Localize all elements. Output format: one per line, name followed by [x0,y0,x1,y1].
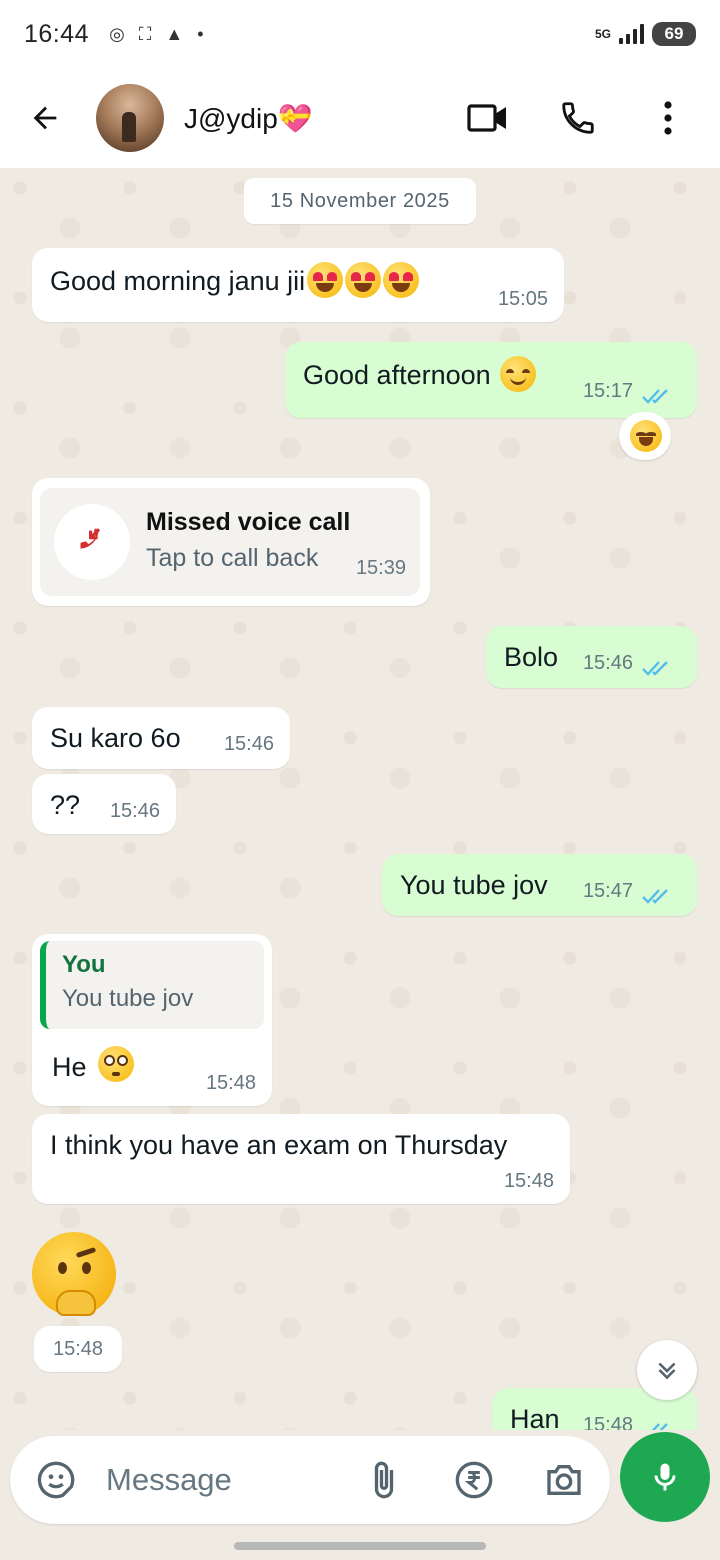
message-time: 15:39 [355,557,406,579]
message-time: 15:46 [582,652,633,674]
missed-call-card[interactable]: Missed voice call Tap to call back 15:39 [40,488,420,596]
double-chevron-down-icon [658,1362,676,1380]
chat-area[interactable]: 15 November 2025 Good morning janu jii 1… [0,168,720,1430]
message-text: I think you have an exam on Thursday [50,1130,508,1160]
more-vert-icon [664,101,672,135]
notification-icons: ◎ ⛶ ▲ • [109,24,203,45]
message-bubble-outgoing[interactable]: Good afternoon 15:17 [285,342,697,418]
back-button[interactable] [20,93,70,143]
message-time: 15:46 [109,800,160,822]
payment-button[interactable] [450,1456,498,1504]
message-bubble-incoming[interactable]: Good morning janu jii 15:05 [32,248,564,322]
system-icons: 5G 69 [595,22,696,46]
video-call-icon [467,104,506,132]
sync-icon: ◎ [109,23,125,44]
message-bubble-incoming[interactable]: I think you have an exam on Thursday 15:… [32,1114,570,1204]
heart-eyes-emoji-icon [307,262,344,298]
read-ticks-icon [651,1423,668,1430]
screenshot-icon: ⛶ [138,23,152,44]
back-arrow-icon [33,106,57,130]
message-bubble-incoming[interactable]: Su karo 6o 15:46 [32,707,290,769]
message-time-chip: 15:48 [34,1326,122,1372]
more-options-button[interactable] [646,96,690,140]
message-text: He [52,1052,87,1082]
paperclip-icon [374,1461,394,1499]
voice-message-button[interactable] [620,1432,710,1522]
quote-author: You [62,951,106,978]
message-text: You tube jov [400,870,548,900]
scroll-to-bottom-button[interactable] [637,1340,697,1400]
sticker-button[interactable] [32,1456,80,1504]
message-text: Bolo [504,642,559,672]
message-time: 15:05 [497,288,548,310]
message-time: 15:46 [223,733,274,755]
network-label: 5G [594,27,611,41]
header-actions [466,96,690,140]
battery-indicator: 69 [652,22,696,46]
heart-eyes-emoji-icon [383,262,420,298]
status-bar: 16:44 ◎ ⛶ ▲ • 5G 69 [0,0,720,68]
voice-call-button[interactable] [556,96,600,140]
quoted-message[interactable]: You You tube jov [40,941,264,1029]
message-input[interactable] [106,1462,356,1498]
smiling-face-emoji-icon [500,356,537,392]
read-ticks-icon [642,389,668,404]
missed-call-icon-wrap [54,504,130,580]
message-time: 15:48 [582,1414,633,1430]
read-ticks-icon [642,661,668,676]
composer-actions [360,1456,588,1504]
message-time: 15:48 [52,1338,104,1360]
message-reaction[interactable] [619,412,671,460]
status-time: 16:44 [24,19,90,48]
call-subtitle: Tap to call back [146,544,319,572]
date-chip: 15 November 2025 [244,178,476,224]
contact-name[interactable]: J@ydip💝 [184,102,313,135]
sticker-icon [37,1461,75,1499]
rupee-icon [455,1461,493,1499]
gesture-nav-bar[interactable] [234,1542,486,1550]
flushed-face-emoji-icon [98,1046,134,1082]
signal-icon [619,24,644,44]
message-text: Han [510,1404,560,1430]
phone-icon [562,102,594,134]
message-time: 15:17 [582,380,633,402]
message-time: 15:48 [205,1072,256,1094]
message-composer [10,1436,610,1524]
quote-text: You tube jov [62,985,194,1012]
call-title: Missed voice call [146,508,351,536]
message-text: ?? [50,790,81,820]
smiling-face-with-hearts-emoji-icon [630,420,662,452]
microphone-icon [654,1463,676,1491]
thinking-face-emoji-icon[interactable] [32,1232,116,1316]
message-text: Good afternoon [303,360,491,390]
dot-icon: • [197,23,204,44]
camera-button[interactable] [540,1456,588,1504]
message-time: 15:48 [503,1170,554,1192]
message-bubble-outgoing[interactable]: You tube jov 15:47 [382,854,697,916]
message-time: 15:47 [582,880,633,902]
message-bubble-outgoing[interactable]: Bolo 15:46 [486,626,697,688]
message-bubble-incoming[interactable]: ?? 15:46 [32,774,176,834]
heart-eyes-emoji-icon [345,262,382,298]
camera-icon [547,1465,581,1495]
avatar[interactable] [96,84,164,152]
video-call-button[interactable] [466,96,510,140]
read-ticks-icon [642,889,668,904]
message-text: Good morning janu jii [50,266,306,296]
triangle-app-icon: ▲ [165,23,184,44]
attach-button[interactable] [360,1456,408,1504]
message-text: Su karo 6o [50,723,181,753]
chat-header: J@ydip💝 [0,68,720,168]
missed-call-icon [80,528,101,549]
